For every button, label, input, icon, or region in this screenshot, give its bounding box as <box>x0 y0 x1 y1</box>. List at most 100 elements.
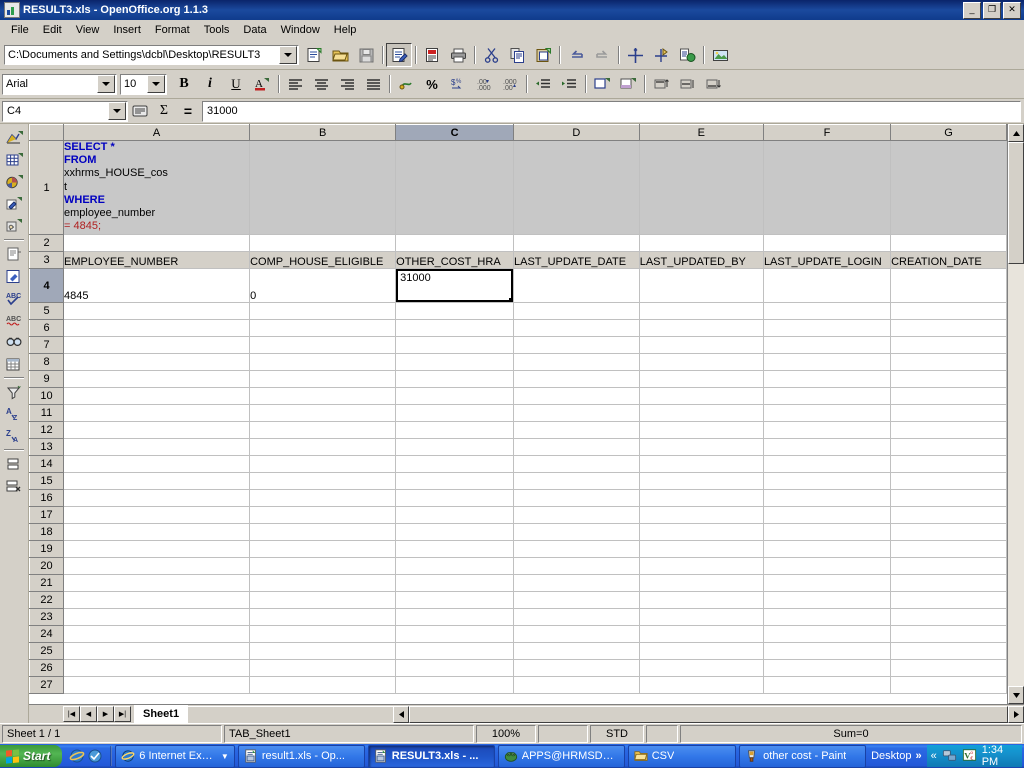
cell-d12[interactable] <box>513 421 640 439</box>
cell-c15[interactable] <box>395 472 514 490</box>
export-pdf-button[interactable] <box>419 43 445 67</box>
cell-a20[interactable] <box>63 557 251 575</box>
cell-b5[interactable] <box>249 302 397 320</box>
increase-indent-button[interactable] <box>556 72 582 96</box>
row-header-25[interactable]: 25 <box>29 642 64 660</box>
first-sheet-button[interactable]: |◀ <box>63 706 80 722</box>
vertical-scroll-track[interactable] <box>1008 142 1024 686</box>
standard-format-button[interactable]: $ % <box>445 72 471 96</box>
cell-a11[interactable] <box>63 404 251 422</box>
cell-c10[interactable] <box>395 387 514 405</box>
cell-b6[interactable] <box>249 319 397 337</box>
cell-f10[interactable] <box>763 387 892 405</box>
insert-note-tool-button[interactable] <box>2 243 26 265</box>
cell-a14[interactable] <box>63 455 251 473</box>
cell-e5[interactable] <box>639 302 764 320</box>
cell-f2[interactable] <box>763 234 892 252</box>
cell-d5[interactable] <box>513 302 640 320</box>
cell-a25[interactable] <box>63 642 251 660</box>
function-button[interactable]: = <box>176 101 200 121</box>
url-dropdown-arrow-icon[interactable] <box>279 46 297 64</box>
align-right-button[interactable] <box>334 72 360 96</box>
cell-f27[interactable] <box>763 676 892 694</box>
cell-b25[interactable] <box>249 642 397 660</box>
edit-file-button[interactable] <box>386 43 412 67</box>
percent-format-button[interactable]: % <box>419 72 445 96</box>
spellcheck-tool-button[interactable]: ABC <box>2 287 26 309</box>
row-header-10[interactable]: 10 <box>29 387 64 405</box>
cell-e8[interactable] <box>639 353 764 371</box>
cell-e27[interactable] <box>639 676 764 694</box>
cell-d11[interactable] <box>513 404 640 422</box>
align-justify-button[interactable] <box>360 72 386 96</box>
cell-b16[interactable] <box>249 489 397 507</box>
cell-g12[interactable] <box>890 421 1007 439</box>
cell-g15[interactable] <box>890 472 1007 490</box>
column-header-b[interactable]: B <box>249 124 397 141</box>
cell-a1-sql-query[interactable]: SELECT * FROM xxhrms_HOUSE_cos t WHERE e… <box>63 140 251 235</box>
cell-a27[interactable] <box>63 676 251 694</box>
font-size-field[interactable]: 10 <box>120 73 167 95</box>
scroll-up-button[interactable] <box>1008 124 1024 142</box>
cell-d25[interactable] <box>513 642 640 660</box>
cell-b20[interactable] <box>249 557 397 575</box>
font-name-field[interactable]: Arial <box>2 73 117 95</box>
horizontal-scrollbar[interactable] <box>393 705 1024 723</box>
cell-b19[interactable] <box>249 540 397 558</box>
borders-button[interactable] <box>589 72 615 96</box>
cell-b17[interactable] <box>249 506 397 524</box>
autospellcheck-tool-button[interactable]: ABC <box>2 309 26 331</box>
cell-c25[interactable] <box>395 642 514 660</box>
cell-c14[interactable] <box>395 455 514 473</box>
data-sources-tool-button[interactable] <box>2 353 26 375</box>
internet-explorer-icon[interactable] <box>69 748 85 764</box>
cell-f24[interactable] <box>763 625 892 643</box>
cell-f19[interactable] <box>763 540 892 558</box>
cell-g10[interactable] <box>890 387 1007 405</box>
sheet-tab-sheet1[interactable]: Sheet1 <box>134 705 189 723</box>
cell-f25[interactable] <box>763 642 892 660</box>
sum-button[interactable]: Σ <box>152 101 176 121</box>
align-left-button[interactable] <box>282 72 308 96</box>
row-header-11[interactable]: 11 <box>29 404 64 422</box>
bold-button[interactable]: B <box>171 72 197 96</box>
cell-b11[interactable] <box>249 404 397 422</box>
cell-e3[interactable]: LAST_UPDATED_BY <box>639 251 764 269</box>
select-all-corner[interactable] <box>29 124 64 141</box>
cell-g17[interactable] <box>890 506 1007 524</box>
taskbar-item-csv-folder[interactable]: CSV <box>627 744 737 768</box>
menu-edit[interactable]: Edit <box>36 22 69 38</box>
cell-a2[interactable] <box>63 234 251 252</box>
cell-a17[interactable] <box>63 506 251 524</box>
cell-g8[interactable] <box>890 353 1007 371</box>
cell-a8[interactable] <box>63 353 251 371</box>
cell-g1[interactable] <box>890 140 1007 235</box>
previous-sheet-button[interactable]: ◀ <box>80 706 97 722</box>
cell-a4[interactable]: 4845 <box>63 268 251 303</box>
draw-functions-tool-button[interactable] <box>2 193 26 215</box>
cell-d20[interactable] <box>513 557 640 575</box>
row-header-15[interactable]: 15 <box>29 472 64 490</box>
align-center-button[interactable] <box>308 72 334 96</box>
cell-c22[interactable] <box>395 591 514 609</box>
cell-b14[interactable] <box>249 455 397 473</box>
insert-image-button[interactable] <box>707 43 733 67</box>
cell-d6[interactable] <box>513 319 640 337</box>
cell-c17[interactable] <box>395 506 514 524</box>
cell-e1[interactable] <box>639 140 764 235</box>
cell-e26[interactable] <box>639 659 764 677</box>
scroll-right-button[interactable] <box>1008 705 1024 723</box>
cell-a3[interactable]: EMPLOYEE_NUMBER <box>63 251 251 269</box>
cell-d22[interactable] <box>513 591 640 609</box>
cell-a6[interactable] <box>63 319 251 337</box>
cell-g13[interactable] <box>890 438 1007 456</box>
cell-a5[interactable] <box>63 302 251 320</box>
align-middle-button[interactable] <box>674 72 700 96</box>
cell-f17[interactable] <box>763 506 892 524</box>
cell-d16[interactable] <box>513 489 640 507</box>
cell-b9[interactable] <box>249 370 397 388</box>
cell-d26[interactable] <box>513 659 640 677</box>
cell-e15[interactable] <box>639 472 764 490</box>
cell-g23[interactable] <box>890 608 1007 626</box>
cell-d23[interactable] <box>513 608 640 626</box>
